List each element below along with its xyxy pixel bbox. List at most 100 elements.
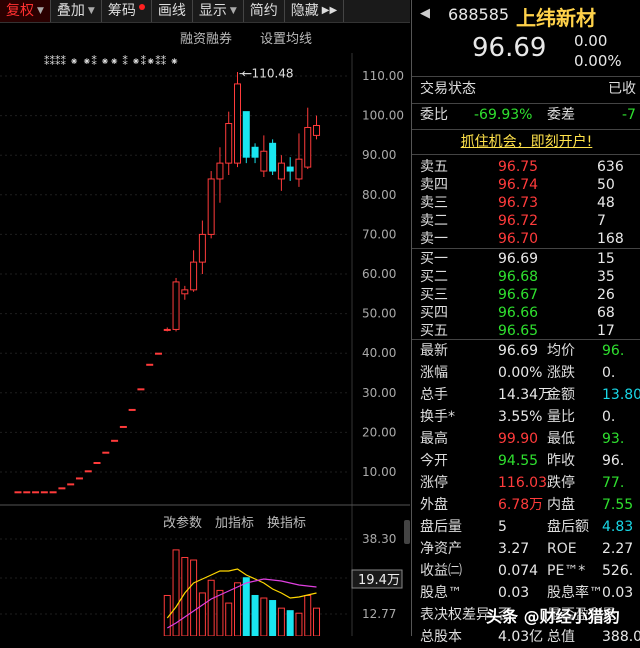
candle-body xyxy=(269,142,277,172)
stat-value: 0. xyxy=(602,365,616,381)
weicha-value: -7 xyxy=(622,107,636,123)
stat-label: 总值 xyxy=(547,629,575,645)
toolbar-chouma-button[interactable]: 筹码 xyxy=(102,0,152,22)
candle-body xyxy=(32,491,40,494)
stat-label: 均价 xyxy=(547,343,575,359)
stat-label: ROE xyxy=(547,541,577,557)
toolbar-diejia-label: 叠加 xyxy=(56,3,85,19)
ma-settings-link[interactable]: 设置均线 xyxy=(260,32,312,47)
toolbar-huaxian-button[interactable]: 画线 xyxy=(152,0,193,22)
candle-body xyxy=(119,425,127,428)
stat-label: 涨跌 xyxy=(547,365,575,381)
candle-body xyxy=(234,83,241,164)
stat-row: 最高 99.90 最低 93. xyxy=(412,429,640,450)
stat-label: 表决权差异 xyxy=(420,607,490,623)
stat-row: 净资产 3.27 ROE 2.27 xyxy=(412,539,640,560)
toolbar-xianshi-button[interactable]: 显示 ▼ xyxy=(193,0,244,22)
stat-label: 收益㈡ xyxy=(420,563,462,579)
toolbar-chouma-label: 筹码 xyxy=(107,3,136,19)
weibi-row: 委比 -69.93% 委差 -7 xyxy=(412,105,640,126)
notification-dot-icon xyxy=(138,4,145,10)
toolbar-jianyue-button[interactable]: 简约 xyxy=(244,0,285,22)
stat-label: 盘后量 xyxy=(420,519,462,535)
stat-value: 6.78万 xyxy=(498,497,544,513)
dropdown-arrow-icon: ▼ xyxy=(87,6,95,16)
dropdown-arrow-icon: ▼ xyxy=(229,6,237,16)
stat-label: PE™* xyxy=(547,563,586,579)
candle-body xyxy=(295,158,303,180)
sell-volume: 168 xyxy=(597,231,624,247)
candle-body xyxy=(198,233,206,263)
open-account-link[interactable]: 抓住机会，即刻开户! xyxy=(412,131,640,151)
toolbar-yincang-button[interactable]: 隐藏 ▶▶ xyxy=(285,0,345,22)
stat-label: 总股本 xyxy=(420,629,462,645)
kline-chart[interactable]: 110.00 100.00 90.00 80.00 70.00 60.00 50.00 40.… xyxy=(0,23,410,637)
candle-body xyxy=(23,491,31,494)
stat-value: 93. xyxy=(602,431,625,447)
stat-label: 最低 xyxy=(547,431,575,447)
candle-body xyxy=(225,123,233,164)
volume-bar xyxy=(295,612,303,637)
price-tick-label: 60.00 xyxy=(362,267,396,281)
stat-label: 最高 xyxy=(420,431,448,447)
volume-bar xyxy=(234,582,241,637)
stat-label: 内盘 xyxy=(547,497,575,513)
indicator-link[interactable]: 改参数 xyxy=(163,515,202,531)
stat-label: 今开 xyxy=(420,453,448,469)
stat-value: 526. xyxy=(602,563,634,579)
volume-bar xyxy=(304,594,312,637)
stat-row: 换手* 3.55% 量比 0. xyxy=(412,407,640,428)
stat-value: 0.03 xyxy=(498,585,530,601)
toolbar-jianyue-label: 简约 xyxy=(249,3,278,19)
stat-label: 昨收 xyxy=(547,453,575,469)
trading-status-value: 已收 xyxy=(608,81,636,97)
toolbar-diejia-button[interactable]: 叠加 ▼ xyxy=(51,0,102,22)
stat-row: 总股本 4.03亿 总值 388.0 xyxy=(412,627,640,648)
candle-body xyxy=(277,162,285,180)
price-tick-label: 70.00 xyxy=(362,227,396,241)
indicator-link[interactable]: 换指标 xyxy=(267,516,306,531)
volume-bar xyxy=(277,607,285,637)
volume-bar xyxy=(190,559,198,637)
last-price: 96.69 xyxy=(472,33,547,63)
candle-body xyxy=(14,491,22,494)
volume-bar xyxy=(216,589,224,637)
candle-body xyxy=(84,470,92,473)
stat-value: 99.90 xyxy=(498,431,539,447)
toolbar-fuquan-label: 复权 xyxy=(6,3,34,19)
stock-code: 688585 xyxy=(448,5,510,24)
stat-value: 13.80 xyxy=(602,387,640,403)
trading-status-label: 交易状态 xyxy=(420,81,476,97)
indicator-link[interactable]: 加指标 xyxy=(215,516,254,531)
margin-trading-link[interactable]: 融资融券 xyxy=(180,31,232,47)
panel-collapse-handle[interactable] xyxy=(404,520,410,544)
candle-body xyxy=(207,178,215,235)
stat-value: 0.03 xyxy=(602,585,634,601)
toolbar-huaxian-label: 画线 xyxy=(157,3,186,19)
back-arrow-icon[interactable]: ◀ xyxy=(420,6,430,21)
price-tick-label: 100.00 xyxy=(362,109,404,123)
volume-bar xyxy=(225,602,233,637)
volume-bar xyxy=(251,594,259,637)
stat-value: 0. xyxy=(602,409,616,425)
candle-body xyxy=(260,150,268,172)
candle-body xyxy=(216,162,224,180)
sell-price: 96.70 xyxy=(498,231,539,247)
chart-area[interactable]: 110.00 100.00 90.00 80.00 70.00 60.00 50.00 40.… xyxy=(0,23,410,637)
stat-value: 3.55% xyxy=(498,409,543,425)
toolbar-fuquan-button[interactable]: 复权 ▼ xyxy=(0,0,51,22)
price-tick-label: 50.00 xyxy=(362,307,396,321)
stat-row: 总手 14.34万 金额 13.80 xyxy=(412,385,640,406)
candle-body xyxy=(146,363,154,366)
candle-body xyxy=(313,125,321,136)
candle-body xyxy=(75,477,83,480)
chart-toolbar: 复权 ▼ 叠加 ▼ 筹码 画线 显示 ▼ 简约 隐藏 ▶▶ xyxy=(0,0,410,23)
trading-status-row: 交易状态 已收 xyxy=(412,79,640,100)
volume-bar xyxy=(242,577,250,637)
candle-body xyxy=(128,408,136,411)
candle-body xyxy=(154,352,162,355)
candle-body xyxy=(67,483,75,486)
volume-bar xyxy=(260,597,268,637)
price-tick-label: 40.00 xyxy=(362,346,396,360)
sell-row: 卖一 96.70 168 xyxy=(412,229,640,250)
